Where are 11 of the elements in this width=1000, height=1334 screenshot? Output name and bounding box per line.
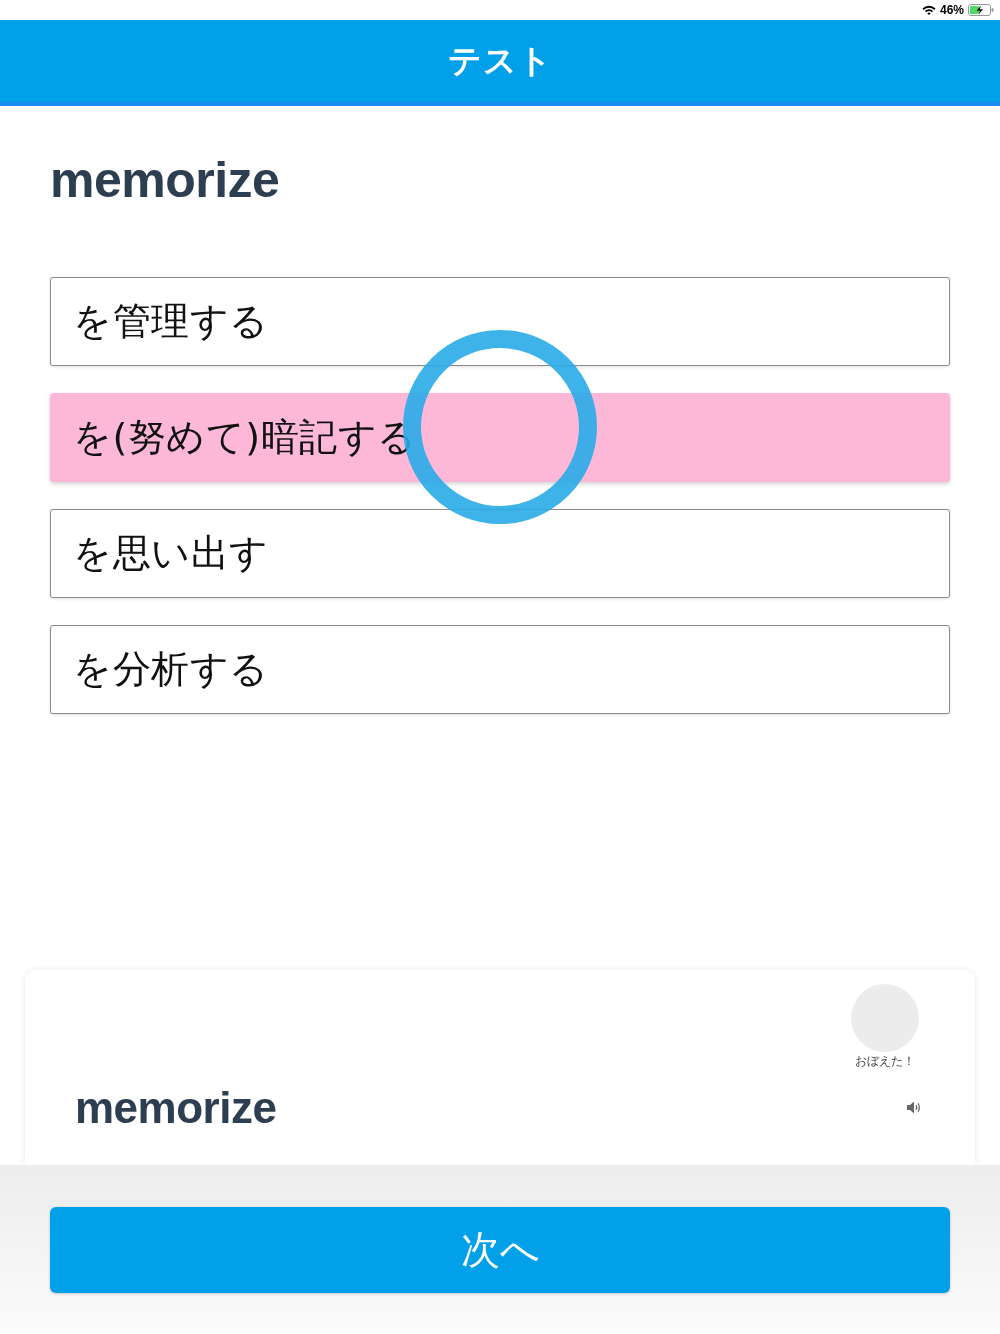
header-title: テスト [447,40,553,83]
question-word: memorize [50,151,280,210]
wifi-icon [921,5,936,15]
battery-percentage: 46% [939,4,964,16]
answer-choice[interactable]: を分析する [50,625,950,714]
answer-choice[interactable]: を思い出す [50,509,950,598]
battery-charging-icon [968,4,994,16]
answer-choice[interactable]: を管理する [50,277,950,366]
memorized-label: おぼえた！ [855,1054,915,1070]
card-word: memorize [75,1081,277,1134]
speaker-icon[interactable] [907,1101,922,1115]
